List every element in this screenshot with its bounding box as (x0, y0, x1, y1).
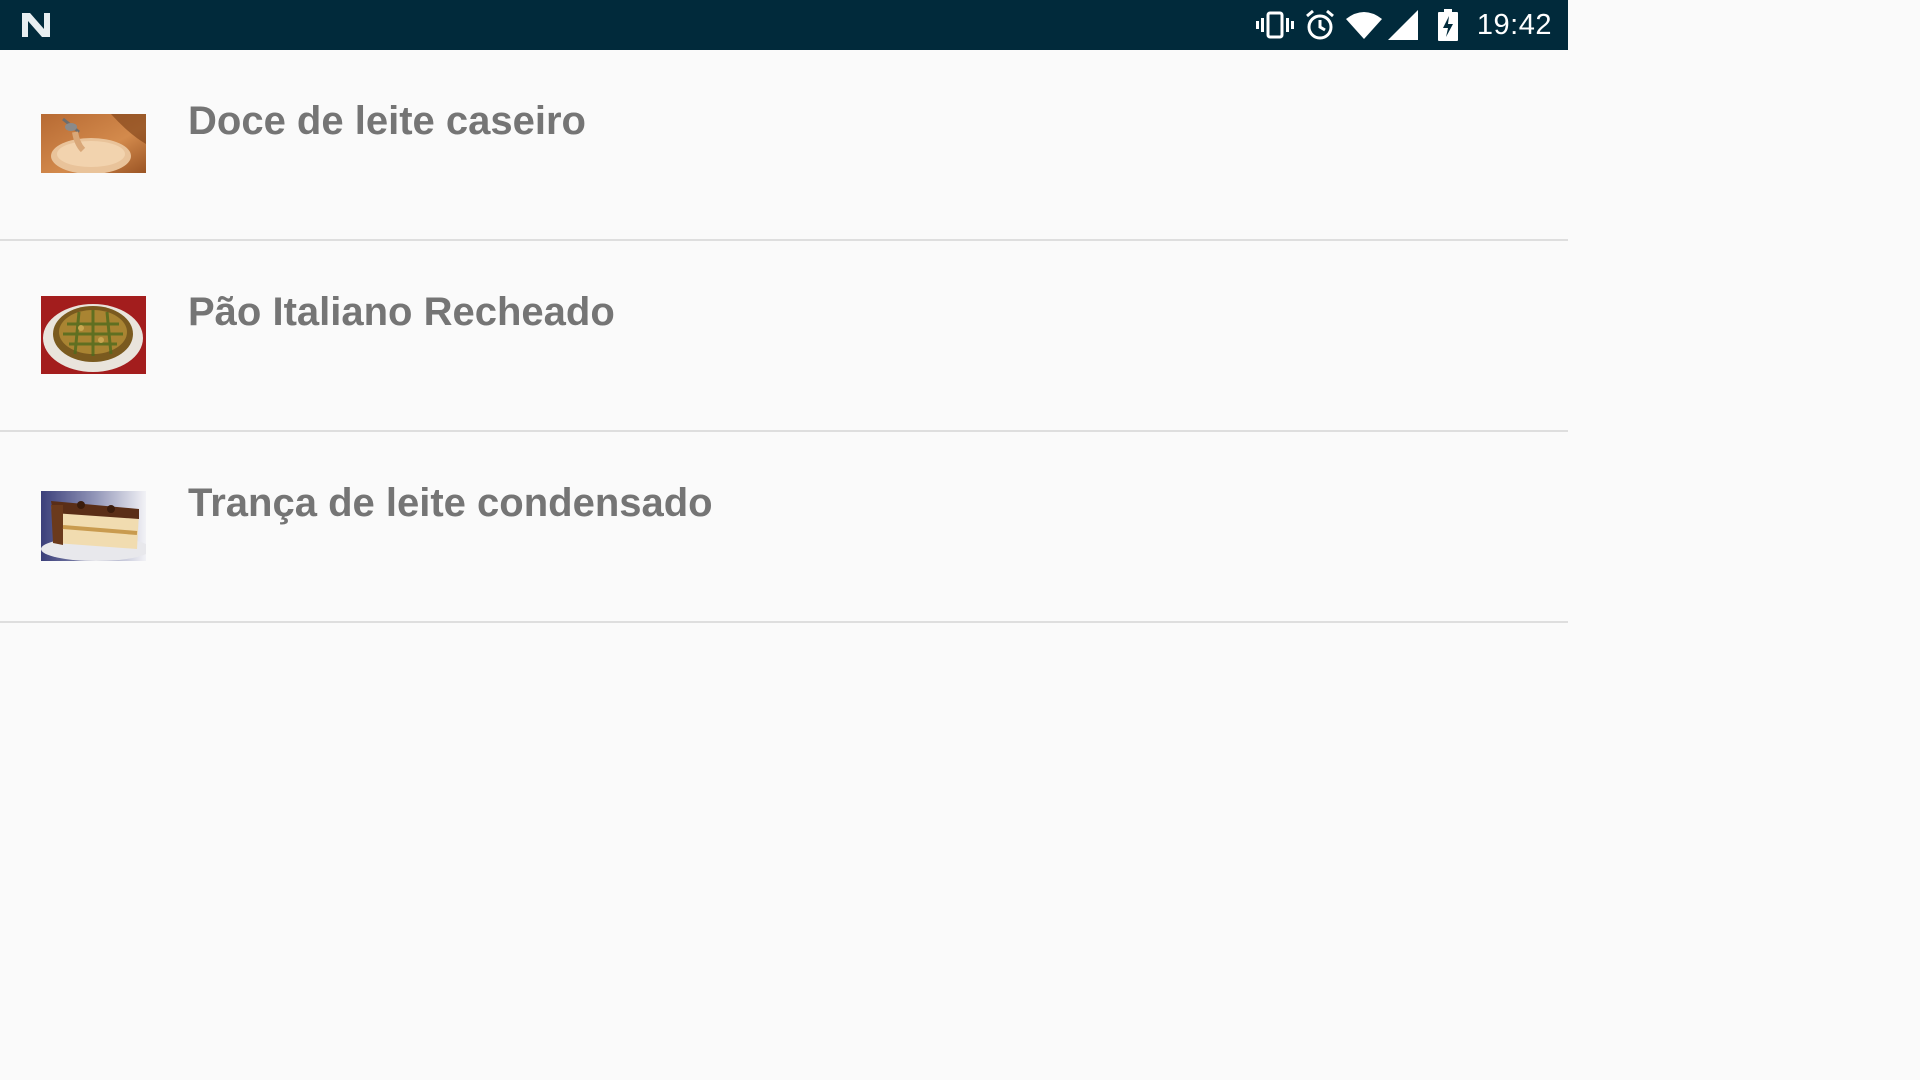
tranca-thumbnail (41, 491, 146, 561)
recipe-list-item[interactable]: Doce de leite caseiro (0, 50, 1568, 241)
battery-charging-icon (1437, 0, 1459, 50)
recipe-list-item[interactable]: Pão Italiano Recheado (0, 241, 1568, 432)
doce-de-leite-thumbnail (41, 114, 146, 173)
recipe-list: Doce de leite caseiro Pão Italiano Reche… (0, 50, 1568, 623)
recipe-list-item[interactable]: Trança de leite condensado (0, 432, 1568, 623)
recipe-title: Pão Italiano Recheado (188, 290, 615, 334)
status-bar: 19:42 (0, 0, 1568, 50)
status-time: 19:42 (1476, 8, 1552, 41)
n-logo-icon (22, 13, 50, 37)
wifi-icon (1345, 0, 1383, 50)
recipe-title: Doce de leite caseiro (188, 99, 586, 143)
alarm-icon (1303, 0, 1337, 50)
pao-italiano-thumbnail (41, 296, 146, 374)
cell-signal-icon (1387, 0, 1419, 50)
recipe-title: Trança de leite condensado (188, 481, 713, 525)
status-icons: 19:42 (1255, 0, 1552, 50)
vibrate-icon (1255, 0, 1295, 50)
